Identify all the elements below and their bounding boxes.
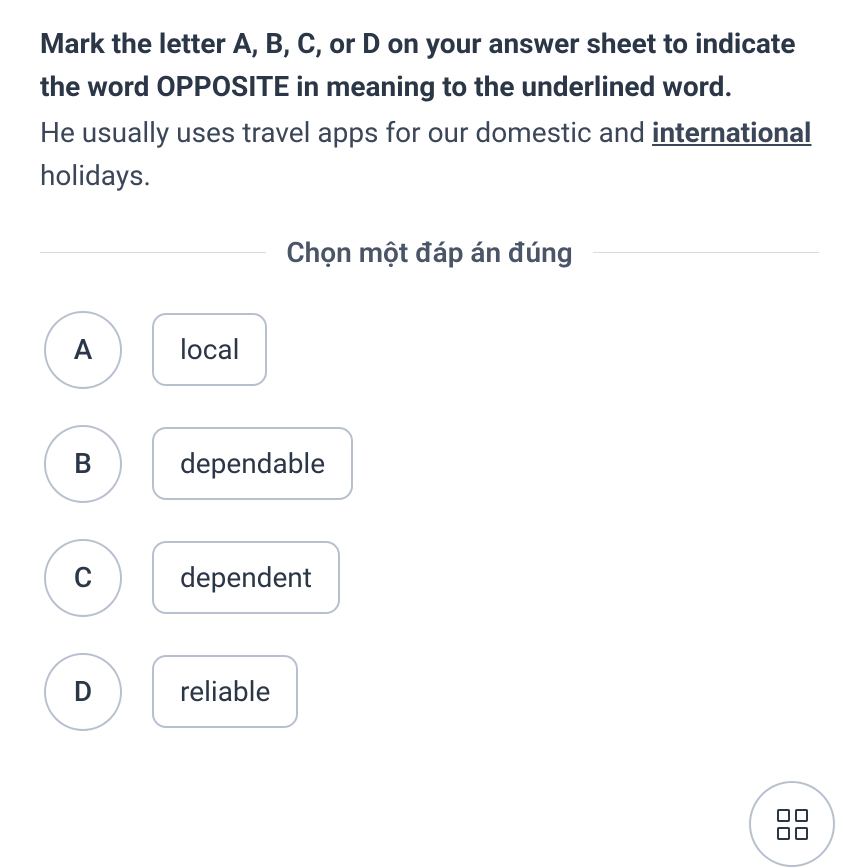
question-sentence: He usually uses travel apps for our dome… [40,111,819,198]
option-text: local [180,333,239,366]
option-letter: D [74,675,92,708]
option-letter: C [74,561,92,594]
option-letter: A [74,333,93,366]
divider-line-left [40,252,266,253]
option-d[interactable]: D reliable [44,653,819,731]
underlined-word: international [652,116,811,149]
question-block: Mark the letter A, B, C, or D on your an… [40,22,819,198]
option-b[interactable]: B dependable [44,425,819,503]
option-text: dependable [180,447,325,480]
option-a[interactable]: A local [44,311,819,389]
option-letter-circle: C [44,539,122,617]
sentence-post: holidays. [40,159,151,192]
question-instruction: Mark the letter A, B, C, or D on your an… [40,22,819,109]
option-text-box: local [152,313,267,386]
option-letter: B [74,447,92,480]
grid-icon [777,809,808,840]
option-letter-circle: D [44,653,122,731]
option-text-box: dependent [152,541,340,614]
divider-label: Chọn một đáp án đúng [286,236,572,269]
option-letter-circle: A [44,311,122,389]
option-text: dependent [180,561,312,594]
sentence-pre: He usually uses travel apps for our dome… [40,116,652,149]
options-list: A local B dependable C dependent D relia… [40,311,819,731]
option-text-box: dependable [152,427,353,500]
option-letter-circle: B [44,425,122,503]
option-c[interactable]: C dependent [44,539,819,617]
grid-menu-button[interactable] [749,781,835,867]
section-divider: Chọn một đáp án đúng [40,236,819,269]
divider-line-right [593,252,819,253]
option-text: reliable [180,675,270,708]
option-text-box: reliable [152,655,298,728]
